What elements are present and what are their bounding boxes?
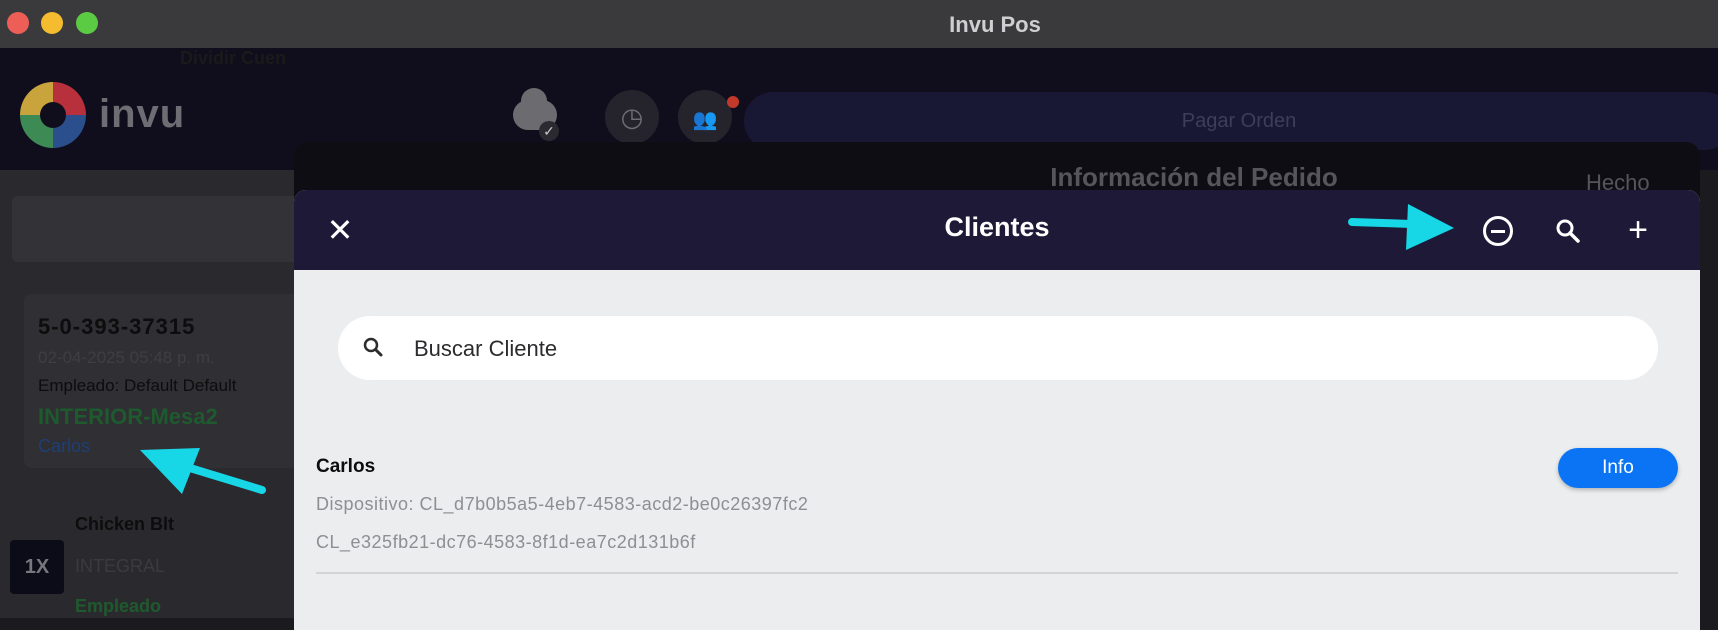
plus-icon: +: [1628, 211, 1648, 249]
order-employee: Empleado: Default Default: [38, 376, 237, 395]
customers-button[interactable]: 👥: [678, 90, 732, 144]
search-icon: [1556, 219, 1580, 243]
search-clients-button[interactable]: [1546, 208, 1590, 252]
order-client-link[interactable]: Carlos: [38, 436, 90, 457]
search-icon: [363, 337, 383, 357]
order-info-title: Información del Pedido: [1050, 162, 1338, 192]
client-info-button[interactable]: Info: [1558, 448, 1678, 488]
window-titlebar: Invu Pos: [0, 0, 1718, 48]
annotation-arrow-right-icon: [1348, 204, 1454, 250]
modal-header: ✕ Clientes +: [294, 190, 1700, 270]
order-number: 5-0-393-37315: [38, 314, 196, 339]
invu-logo-icon: [20, 82, 86, 148]
order-date: 02-04-2025 05:48 p. m.: [38, 348, 215, 367]
item-quantity: 1X: [10, 540, 64, 594]
search-bar[interactable]: [338, 316, 1658, 380]
row-divider: [316, 572, 1678, 574]
client-id: CL_e325fb21-dc76-4583-8f1d-ea7c2d131b6f: [316, 532, 696, 552]
item-modifier: INTEGRAL: [75, 556, 166, 576]
check-icon: ✓: [539, 121, 559, 141]
annotation-arrow-left-icon: [140, 448, 266, 494]
clock-icon: ◷: [620, 102, 644, 132]
order-table: INTERIOR-Mesa2: [38, 404, 218, 429]
people-icon: 👥: [692, 109, 718, 131]
add-client-button[interactable]: +: [1616, 208, 1660, 252]
clients-modal: ✕ Clientes + Carlos Dispositivo: CL_d7b0…: [294, 190, 1700, 630]
minus-circle-icon: [1483, 216, 1513, 247]
divide-account-label: Dividir Cuen: [180, 48, 287, 68]
divide-account-button[interactable]: [12, 196, 332, 262]
notification-badge: [727, 96, 739, 108]
client-name[interactable]: Carlos: [316, 456, 375, 478]
clock-button[interactable]: ◷: [605, 90, 659, 144]
window-title: Invu Pos: [949, 12, 1041, 37]
item-name: Chicken Blt: [75, 514, 175, 534]
logo-text: invu: [99, 92, 186, 136]
item-employee: Empleado: [75, 596, 162, 616]
search-input[interactable]: [412, 330, 1616, 368]
remove-client-button[interactable]: [1476, 208, 1520, 252]
client-device: Dispositivo: CL_d7b0b5a5-4eb7-4583-acd2-…: [316, 494, 809, 514]
